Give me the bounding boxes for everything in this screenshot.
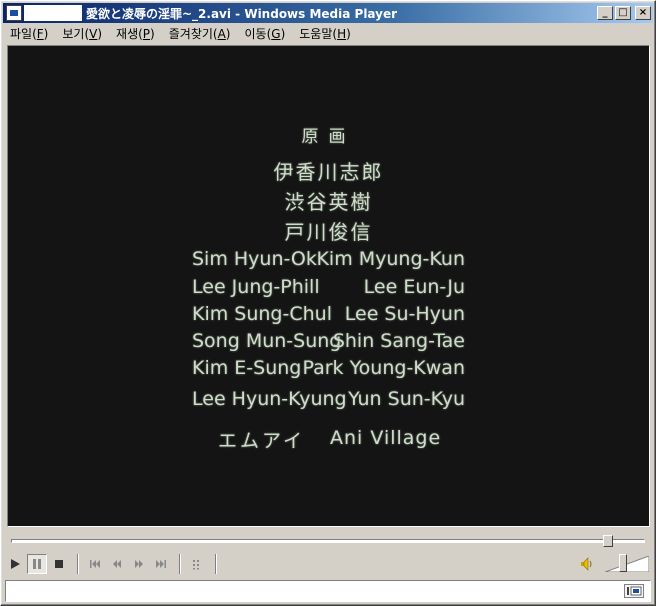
stop-icon: [55, 560, 63, 568]
credit-name-left: Lee Jung-Phill: [192, 276, 320, 298]
control-separator: [179, 554, 181, 574]
volume-thumb[interactable]: [619, 554, 627, 572]
menu-view[interactable]: 보기(V): [55, 25, 109, 42]
rewind-icon: [113, 560, 121, 568]
credit-name-right: Park Young-Kwan: [302, 357, 466, 379]
playlist-icon: [193, 560, 199, 570]
fast-forward-icon: [135, 560, 143, 568]
menu-play[interactable]: 재생(P): [109, 25, 162, 42]
credit-jp-name: 戸川俊信: [284, 220, 373, 244]
credits-frame: 原画 伊香川志郎 渋谷英樹 戸川俊信 Sim Hyun-Ok Kim Myung…: [8, 46, 649, 526]
window-title: 愛欲と凌辱の淫罪~_2.avi - Windows Media Player: [86, 6, 398, 21]
volume-area: [577, 554, 649, 574]
skip-back-icon: [90, 560, 100, 568]
status-bar: [5, 580, 651, 602]
credit-name-right: Yun Sun-Kyu: [348, 388, 465, 410]
credit-name-right: Shin Sang-Tae: [332, 330, 465, 352]
credits-heading: 原画: [301, 127, 356, 147]
play-icon: [11, 559, 20, 569]
credit-name-left: Sim Hyun-Ok: [192, 248, 317, 270]
stop-button[interactable]: [49, 554, 69, 574]
window-controls: _ □ ×: [597, 6, 651, 20]
volume-slider[interactable]: [605, 554, 649, 574]
credit-name-left: Song Mun-Sung: [192, 330, 342, 352]
control-separator: [215, 554, 217, 574]
mute-button[interactable]: [577, 554, 597, 574]
media-status-icon: [624, 584, 644, 598]
pause-button[interactable]: [27, 554, 47, 574]
credit-name-right: Lee Eun-Ju: [363, 276, 465, 298]
video-display[interactable]: 原画 伊香川志郎 渋谷英樹 戸川俊信 Sim Hyun-Ok Kim Myung…: [7, 45, 650, 527]
pause-icon: [33, 559, 41, 569]
menu-file[interactable]: 파일(F): [3, 25, 55, 42]
menu-favorites[interactable]: 즐겨찾기(A): [162, 25, 238, 42]
seek-bar[interactable]: [11, 535, 645, 547]
menu-go[interactable]: 이동(G): [237, 25, 292, 42]
control-separator: [77, 554, 79, 574]
credit-jp-name: 渋谷英樹: [284, 190, 373, 214]
media-player-app-icon[interactable]: [6, 5, 22, 21]
title-redaction-block: [24, 5, 82, 21]
minimize-button[interactable]: _: [597, 6, 613, 20]
play-button[interactable]: [5, 554, 25, 574]
close-button[interactable]: ×: [635, 6, 651, 20]
maximize-button[interactable]: □: [615, 6, 631, 20]
fast-forward-button[interactable]: [129, 554, 149, 574]
title-bar[interactable]: 愛欲と凌辱の淫罪~_2.avi - Windows Media Player _…: [3, 3, 653, 23]
playlist-button[interactable]: [187, 554, 207, 574]
media-player-window: 愛欲と凌辱の淫罪~_2.avi - Windows Media Player _…: [0, 0, 656, 606]
skip-back-button[interactable]: [85, 554, 105, 574]
seek-thumb[interactable]: [603, 535, 613, 547]
skip-forward-button[interactable]: [151, 554, 171, 574]
speaker-icon: [581, 557, 592, 571]
skip-forward-icon: [156, 560, 166, 568]
credit-studio-en: Ani Village: [330, 427, 442, 449]
volume-track: [605, 556, 649, 572]
credit-name-right: Kim Myung-Kun: [316, 248, 465, 270]
menu-help[interactable]: 도움말(H): [292, 25, 358, 42]
credit-name-left: Kim Sung-Chul: [192, 303, 332, 325]
credit-studio-jp: エムアイ: [218, 430, 306, 452]
menu-bar: 파일(F) 보기(V) 재생(P) 즐겨찾기(A) 이동(G) 도움말(H): [3, 23, 653, 43]
credit-name-right: Lee Su-Hyun: [344, 303, 465, 325]
credit-name-left: Kim E-Sung: [192, 357, 302, 379]
playback-controls: [5, 551, 653, 577]
credit-name-left: Lee Hyun-Kyung: [192, 388, 347, 410]
rewind-button[interactable]: [107, 554, 127, 574]
credit-jp-name: 伊香川志郎: [273, 160, 384, 184]
